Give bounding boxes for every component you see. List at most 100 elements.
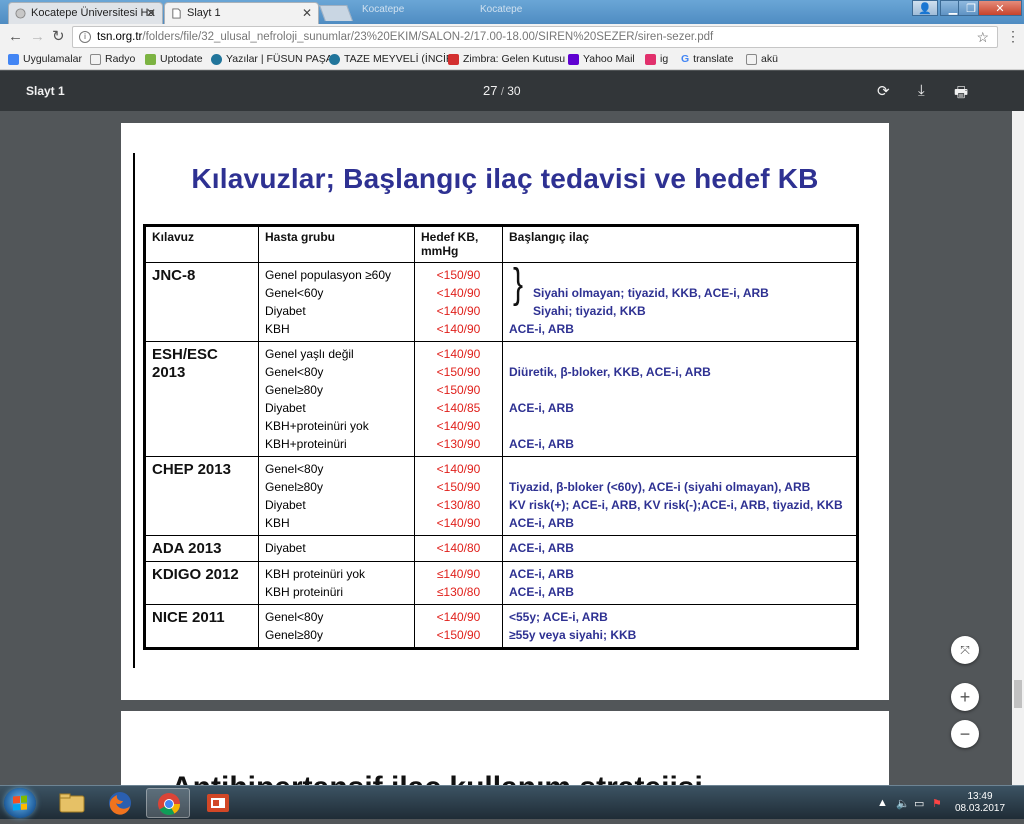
pdf-presentation-icon[interactable] — [196, 788, 240, 818]
page-indicator: 27 / 30 — [483, 83, 521, 98]
document-icon — [172, 8, 181, 19]
table-row: ESH/ESC 2013 Genel yaşlı değil Genel<80y Gen… — [144, 341, 858, 457]
patient-group: KBH proteinüri yok — [265, 567, 366, 581]
target-bp-cell: <140/90 <150/90 <150/90 <140/85 <140/90 <130/… — [414, 341, 503, 457]
bookmark-translate[interactable]: Gtranslate — [681, 53, 733, 65]
network-icon[interactable]: ▭ — [914, 797, 924, 810]
firefox-icon[interactable] — [98, 788, 142, 818]
tab-kocatepe[interactable]: Kocatepe Üniversitesi Ha ✕ — [8, 2, 163, 24]
target-bp: <140/90 — [436, 516, 481, 530]
initial-drug-cell: Tiyazid, β-bloker (<60y), ACE-i (siyahi … — [502, 456, 858, 536]
close-tab-icon[interactable]: ✕ — [146, 6, 156, 20]
bookmark-taze-meyveli[interactable]: TAZE MEYVELİ (İNCİR — [329, 53, 454, 65]
globe-icon — [15, 8, 26, 19]
header-kilavuz: Kılavuz — [144, 225, 259, 263]
table-row: NICE 2011 Genel<80y Genel≥80y <140/90 <150/9… — [144, 604, 858, 649]
patient-group-cell: Genel populasyon ≥60y Genel<60y Diyabet KBH — [258, 262, 415, 342]
guideline-name-cell: CHEP 2013 — [144, 456, 259, 536]
guideline-name: 2013 — [152, 364, 186, 381]
pdf-toolbar: Slayt 1 27 / 30 ⟳ ⤓ 🖶 — [0, 71, 1024, 111]
chrome-icon[interactable] — [146, 788, 190, 818]
close-tab-icon[interactable]: ✕ — [302, 6, 312, 20]
url-path: /folders/file/32_ulusal_nefroloji_sunuml… — [142, 31, 714, 43]
vertical-scrollbar[interactable] — [1012, 111, 1024, 785]
volume-icon[interactable]: 🔈 — [896, 797, 910, 810]
patient-group: Genel<60y — [265, 286, 324, 300]
current-page-input[interactable]: 27 — [483, 83, 497, 98]
guideline-name: JNC-8 — [152, 267, 196, 284]
patient-group: Genel≥80y — [265, 383, 323, 397]
initial-drug — [509, 460, 850, 478]
target-bp: <130/90 — [436, 437, 481, 451]
start-button[interactable] — [4, 788, 36, 818]
fit-to-page-icon[interactable]: ⤧ — [951, 636, 979, 664]
page-icon — [746, 53, 757, 65]
bookmark-yahoo-mail[interactable]: Yahoo Mail — [568, 53, 635, 65]
download-icon[interactable]: ⤓ — [918, 82, 925, 99]
guideline-name: ESH/ESC — [152, 346, 218, 363]
initial-drug: ≥55y veya siyahi; KKB — [509, 626, 850, 644]
bookmark-yazilar[interactable]: Yazılar | FÜSUN PAŞA — [211, 53, 333, 65]
system-clock[interactable]: 13:49 08.03.2017 — [955, 791, 1005, 815]
bookmark-aku[interactable]: akü — [746, 53, 778, 65]
back-arrow-icon[interactable]: ← — [8, 28, 23, 46]
patient-group: Diyabet — [265, 401, 306, 415]
info-icon[interactable]: i — [79, 31, 91, 43]
tab-title: Kocatepe Üniversitesi Ha — [31, 7, 155, 19]
action-center-icon[interactable]: ⚑ — [932, 797, 942, 810]
address-bar[interactable]: i tsn.org.tr/folders/file/32_ulusal_nefr… — [72, 26, 998, 48]
browser-toolbar: ← → ↻ i tsn.org.tr/folders/file/32_ulusa… — [0, 24, 1024, 50]
bookmark-uygulamalar[interactable]: Uygulamalar — [8, 53, 82, 65]
guideline-name: KDIGO 2012 — [152, 566, 239, 583]
initial-drug: } Siyahi olmayan; tiyazid, KKB, ACE-i, AR… — [509, 263, 850, 305]
zoom-in-button[interactable]: + — [951, 683, 979, 711]
tab-title: Slayt 1 — [187, 7, 221, 19]
patient-group-cell: KBH proteinüri yok KBH proteinüri — [258, 561, 415, 605]
bookmarks-bar: Uygulamalar Radyo Uptodate Yazılar | FÜS… — [0, 50, 1024, 70]
initial-drug — [509, 417, 850, 435]
initial-drug: ACE-i, ARB — [509, 514, 850, 532]
print-icon[interactable]: 🖶 — [954, 82, 968, 107]
pdf-title: Slayt 1 — [26, 84, 65, 98]
tab-slayt[interactable]: Slayt 1 ✕ — [164, 2, 319, 24]
initial-drug-cell: } Siyahi olmayan; tiyazid, KKB, ACE-i, AR… — [502, 262, 858, 342]
bookmark-uptodate[interactable]: Uptodate — [145, 53, 203, 65]
bookmark-star-icon[interactable]: ☆ — [976, 27, 989, 47]
scrollbar-thumb[interactable] — [1014, 680, 1022, 708]
initial-drug — [509, 266, 850, 284]
close-window-icon[interactable]: ✕ — [978, 0, 1022, 16]
initial-drug-text: ACE-i, ARB — [509, 401, 574, 415]
guideline-name: NICE 2011 — [152, 609, 225, 626]
patient-group-cell: Genel<80y Genel≥80y — [258, 604, 415, 649]
target-bp: <130/80 — [436, 498, 481, 512]
bookmark-zimbra[interactable]: Zimbra: Gelen Kutusu — [448, 53, 565, 65]
yahoo-mail-icon — [568, 53, 579, 65]
taskbar: ▲ 🔈 ▭ ⚑ 13:49 08.03.2017 — [0, 785, 1024, 819]
target-bp: <150/90 — [436, 383, 481, 397]
bookmark-ig[interactable]: ig — [645, 53, 668, 65]
guideline-name-cell: ESH/ESC 2013 — [144, 341, 259, 457]
target-bp: <140/90 — [436, 322, 481, 336]
rotate-icon[interactable]: ⟳ — [877, 82, 890, 100]
pdf-viewer[interactable]: Kılavuzlar; Başlangıç ilaç tedavisi ve h… — [0, 111, 1012, 785]
tray-expand-icon[interactable]: ▲ — [877, 797, 888, 809]
target-bp: <140/90 — [436, 419, 481, 433]
user-profile-icon[interactable]: 👤 — [912, 0, 938, 16]
zoom-out-button[interactable]: − — [951, 720, 979, 748]
patient-group: Genel populasyon ≥60y — [265, 268, 392, 282]
patient-group: KBH proteinüri — [265, 585, 344, 599]
initial-drug-text: ACE-i, ARB — [509, 585, 574, 599]
new-tab-button[interactable] — [319, 5, 353, 21]
wordpress-icon — [211, 53, 222, 65]
target-bp: <140/80 — [436, 541, 481, 555]
forward-arrow-icon[interactable]: → — [30, 28, 45, 46]
uptodate-icon — [145, 53, 156, 65]
header-hasta-grubu: Hasta grubu — [258, 225, 415, 263]
browser-menu-icon[interactable]: ⋮ — [1006, 28, 1020, 45]
initial-drug: ACE-i, ARB — [509, 539, 850, 557]
windows-explorer-icon[interactable] — [50, 788, 94, 818]
pdf-page: Kılavuzlar; Başlangıç ilaç tedavisi ve h… — [121, 123, 889, 700]
reload-icon[interactable]: ↻ — [52, 28, 65, 46]
bookmark-radyo[interactable]: Radyo — [90, 53, 135, 65]
initial-drug: ACE-i, ARB — [509, 320, 850, 338]
